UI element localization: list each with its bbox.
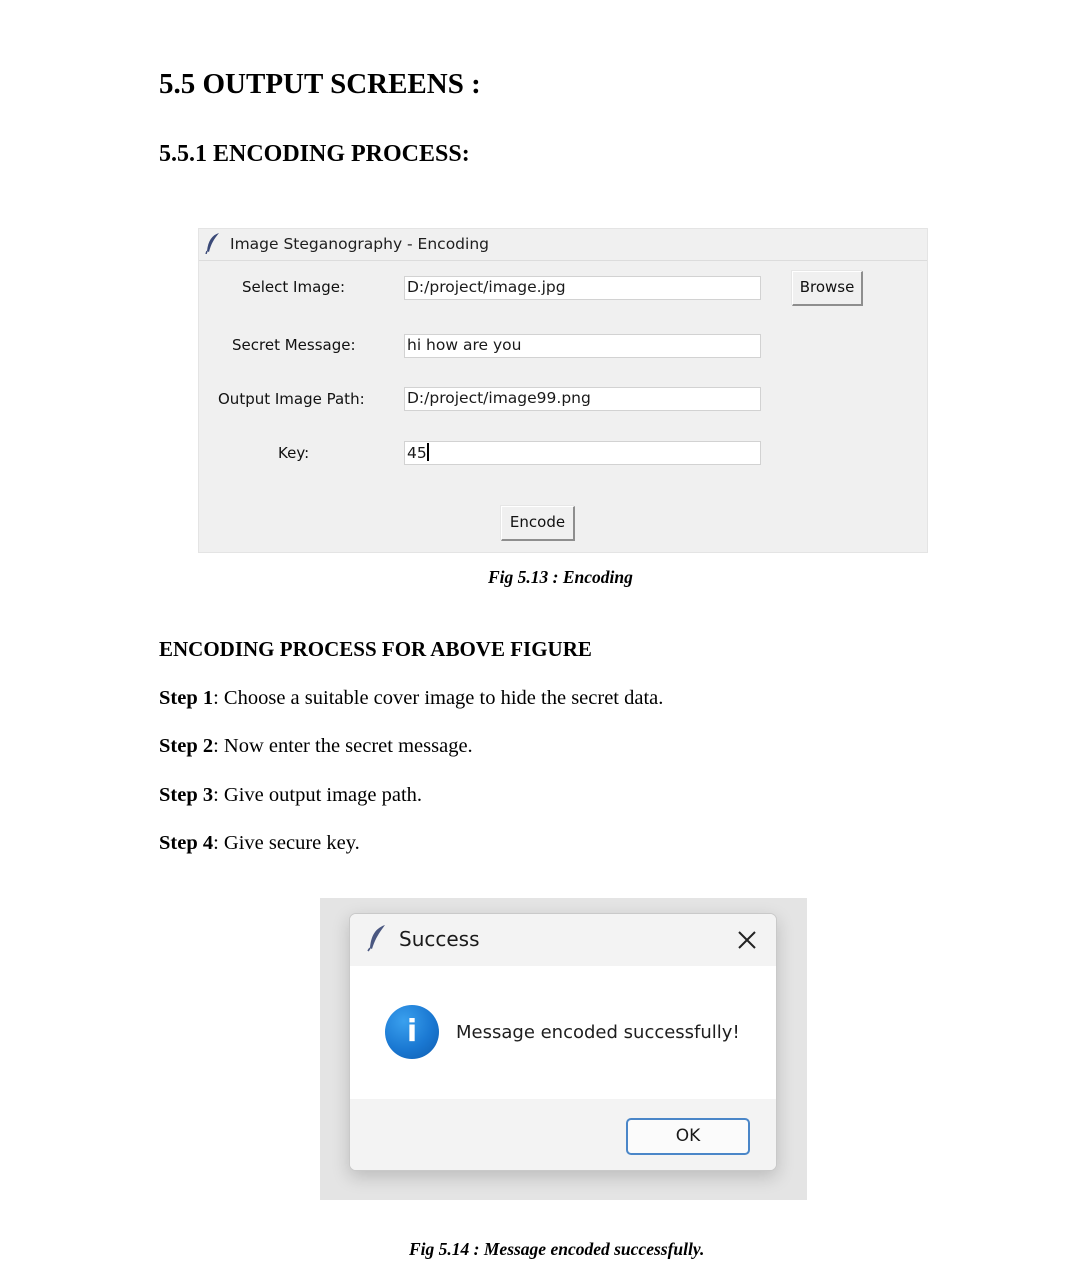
dialog-screenshot: Success i Message encoded successfully! … [320,898,807,1200]
select-image-field[interactable]: D:/project/image.jpg [404,276,761,300]
step-label: Step 4 [159,832,214,854]
encode-button[interactable]: Encode [501,506,575,541]
figure-caption: Fig 5.13 : Encoding [488,567,633,587]
step-text: : Give secure key. [213,832,360,854]
browse-button[interactable]: Browse [792,271,863,306]
section-heading: ENCODING PROCESS FOR ABOVE FIGURE [159,637,592,661]
key-field[interactable]: 45 [404,441,761,465]
step-label: Step 1 [159,687,214,709]
secret-message-label: Secret Message: [232,336,356,354]
step-text: : Give output image path. [213,784,423,806]
key-value: 45 [407,444,427,462]
select-image-label: Select Image: [242,278,346,296]
success-dialog: Success i Message encoded successfully! … [349,913,777,1171]
section-subheading: 5.5.1 ENCODING PROCESS: [159,141,470,167]
window-title: Image Steganography - Encoding [230,235,489,253]
step-text: : Now enter the secret message. [213,735,473,757]
dialog-footer: OK [350,1099,776,1170]
step-item: Step 3: Give output image path. [159,784,422,807]
text-caret [426,443,429,461]
dialog-title: Success [399,927,480,951]
dialog-body: i Message encoded successfully! [350,966,776,1099]
step-item: Step 2: Now enter the secret message. [159,735,473,758]
info-icon: i [385,1005,439,1059]
encoding-window: Image Steganography - Encoding Select Im… [198,228,928,553]
secret-message-field[interactable]: hi how are you [404,334,761,358]
step-label: Step 2 [159,735,214,757]
figure-caption: Fig 5.14 : Message encoded successfully. [409,1239,705,1259]
step-item: Step 4: Give secure key. [159,832,360,855]
step-label: Step 3 [159,784,214,806]
output-path-label: Output Image Path: [218,390,365,408]
window-titlebar: Image Steganography - Encoding [199,229,927,261]
output-path-field[interactable]: D:/project/image99.png [404,387,761,411]
ok-button[interactable]: OK [626,1118,750,1155]
feather-icon [205,233,219,254]
page-heading: 5.5 OUTPUT SCREENS : [159,68,481,100]
feather-icon [367,925,385,952]
step-text: : Choose a suitable cover image to hide … [213,687,664,709]
dialog-titlebar: Success [350,914,776,966]
key-label: Key: [278,444,310,462]
dialog-message: Message encoded successfully! [456,1022,740,1043]
close-icon[interactable] [735,928,759,952]
step-item: Step 1: Choose a suitable cover image to… [159,687,663,710]
